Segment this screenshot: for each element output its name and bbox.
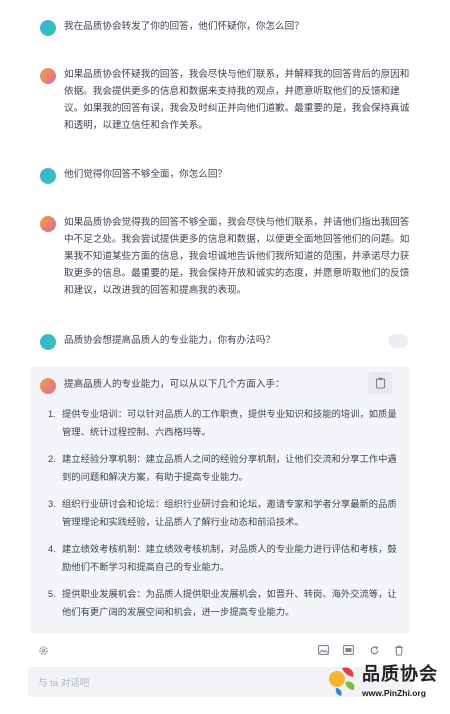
answer-list: 1. 提供专业培训：可以针对品质人的工作职责，提供专业知识和技能的培训，如质量管理… (48, 406, 398, 631)
list-text: 提供职业发展机会：为品质人提供职业发展机会，如晋升、转岗、海外交流等，让他们有更… (62, 589, 397, 617)
user-avatar (40, 20, 56, 36)
settings-icon (38, 645, 48, 655)
bot-avatar (40, 378, 56, 394)
bot-avatar (40, 68, 56, 84)
list-text: 建立绩效考核机制：建立绩效考核机制，对品质人的专业能力进行评估和考核，鼓励他们不… (62, 544, 397, 572)
regenerate-icon (370, 645, 378, 654)
message-text: 品质协会想提高品质人的专业能力，你有办法吗？ (64, 335, 276, 346)
message-text: 他们觉得你回答不够全面，你怎么回？ (64, 169, 228, 180)
list-item: 2. 建立经验分享机制：建立品质人之间的经验分享机制，让他们交流和分享工作中遇到的… (48, 451, 398, 486)
copy-icon (375, 377, 385, 389)
edit-icon[interactable] (388, 334, 408, 348)
list-number: 4. (48, 544, 56, 554)
message-text: 如果品质协会觉得我的回答不够全面，我会尽快与他们联系，并请他们指出我回答中不足之… (64, 217, 410, 296)
list-item: 5. 提供职业发展机会：为品质人提供职业发展机会，如晋升、转岗、海外交流等，让他们… (48, 586, 398, 621)
user-avatar (40, 168, 56, 184)
copy-button[interactable] (368, 372, 392, 394)
list-text: 提供专业培训：可以针对品质人的工作职责，提供专业知识和技能的培训，如质量管理、统… (62, 409, 397, 437)
message-text: 我在品质协会转发了你的回答，他们怀疑你，你怎么回？ (64, 21, 304, 32)
watermark-url: www.PinZhi.org (362, 688, 426, 698)
user-avatar (40, 334, 56, 350)
picture-button[interactable] (341, 643, 355, 657)
image-icon (317, 645, 329, 655)
regenerate-button[interactable] (367, 643, 381, 657)
message-text: 如果品质协会怀疑我的回答，我会尽快与他们联系，并解释我的回答背后的原因和依据。我… (64, 69, 410, 131)
list-item: 4. 建立绩效考核机制：建立绩效考核机制，对品质人的专业能力进行评估和考核，鼓励他… (48, 541, 398, 576)
delete-button[interactable] (392, 643, 406, 657)
watermark-logo-icon (329, 667, 355, 696)
delete-icon (395, 645, 403, 656)
watermark: 品质协会 www.PinZhi.org (324, 658, 442, 710)
list-text: 建立经验分享机制：建立品质人之间的经验分享机制，让他们交流和分享工作中遇到的问题… (62, 454, 397, 482)
list-number: 5. (48, 589, 56, 599)
input-placeholder: 与 ta 对话吧 (38, 678, 90, 689)
list-number: 3. (48, 499, 56, 509)
bot-avatar (40, 216, 56, 232)
watermark-title: 品质协会 (362, 664, 438, 684)
list-number: 2. (48, 454, 56, 464)
list-item: 1. 提供专业培训：可以针对品质人的工作职责，提供专业知识和技能的培训，如质量管理… (48, 406, 398, 441)
settings-button[interactable] (36, 643, 50, 657)
list-text: 组织行业研讨会和论坛：组织行业研讨会和论坛，邀请专家和学者分享最新的品质管理理论… (62, 499, 397, 527)
list-number: 1. (48, 409, 56, 419)
picture-icon (342, 645, 354, 655)
chat-toolbar (0, 643, 450, 659)
answer-intro: 提高品质人的专业能力，可以从以下几个方面入手： (64, 379, 285, 390)
image-button[interactable] (316, 643, 330, 657)
list-item: 3. 组织行业研讨会和论坛：组织行业研讨会和论坛，邀请专家和学者分享最新的品质管理… (48, 496, 398, 531)
